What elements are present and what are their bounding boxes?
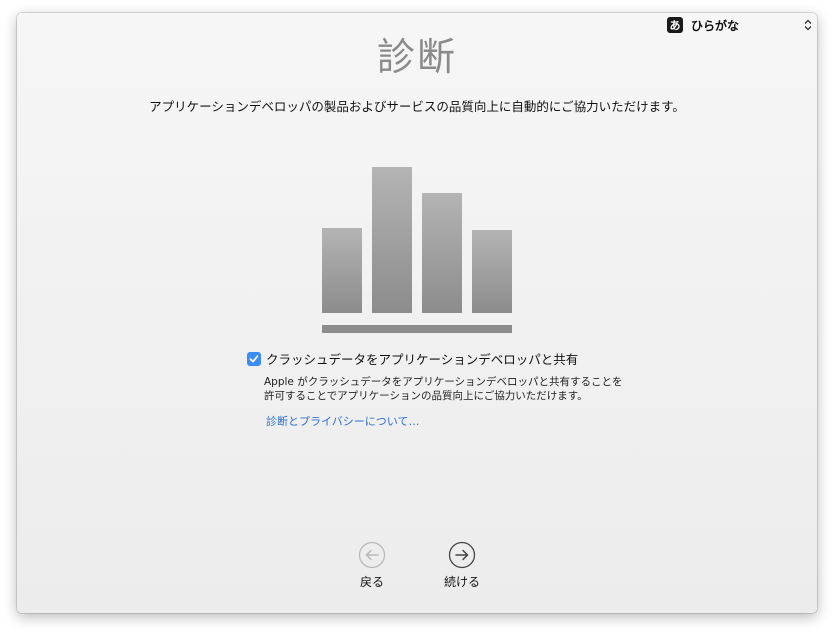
illustration-bar [472,230,512,313]
continue-button[interactable]: 続ける [432,541,492,590]
back-button[interactable]: 戻る [342,541,402,590]
checkmark-icon [249,354,259,362]
setup-window: あ ひらがな 診断 アプリケーションデベロッパの製品およびサービスの品質向上に自… [17,13,817,613]
chart-baseline [322,325,512,333]
diagnostics-privacy-link[interactable]: 診断とプライバシーについて… [266,413,419,429]
back-label: 戻る [359,575,384,589]
input-source-icon: あ [667,17,683,33]
continue-label: 続ける [443,575,480,589]
share-crash-data-description: Apple がクラッシュデータをアプリケーションデベロッパと共有することを 許可… [264,375,623,403]
input-source-label: ひらがな [691,18,740,33]
share-crash-data-option[interactable]: クラッシュデータをアプリケーションデベロッパと共有 [247,349,578,368]
illustration-bar [322,228,362,313]
illustration-bar [372,167,412,313]
back-arrow-icon [358,541,386,569]
page-title: 診断 [376,35,457,79]
bar-chart-icon [322,163,512,333]
input-source-menu[interactable]: あ ひらがな [667,16,815,34]
forward-arrow-icon [448,541,476,569]
page-subtitle: アプリケーションデベロッパの製品およびサービスの品質向上に自動的にご協力いただけ… [149,99,685,114]
illustration-bar [422,193,462,313]
share-crash-data-checkbox[interactable] [247,351,261,366]
description-line-2: 許可することでアプリケーションの品質向上にご協力いただけます。 [264,390,588,402]
description-line-1: Apple がクラッシュデータをアプリケーションデベロッパと共有することを [264,376,623,388]
share-crash-data-label: クラッシュデータをアプリケーションデベロッパと共有 [266,352,579,367]
chevron-updown-icon [803,17,813,33]
